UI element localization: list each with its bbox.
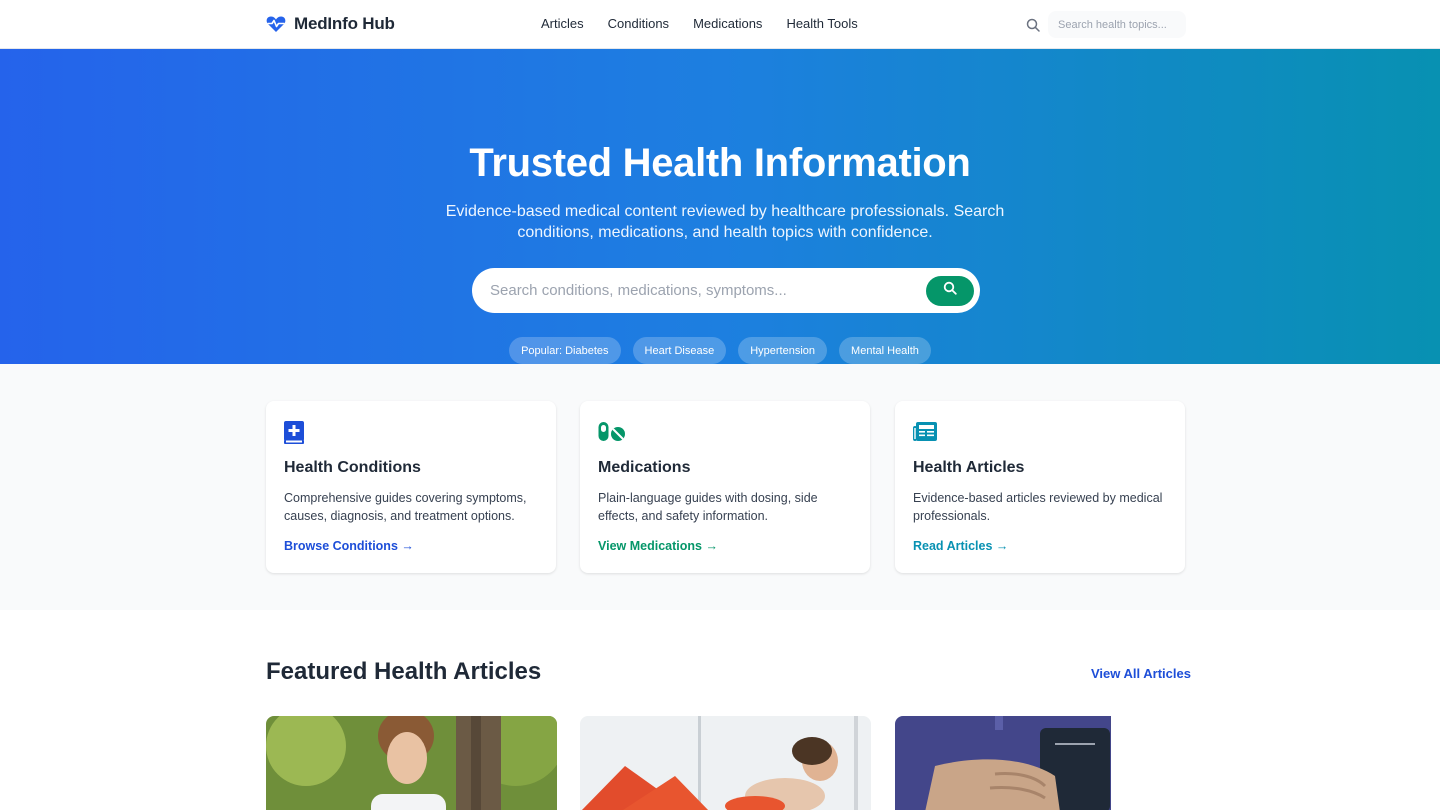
article-image-blood-pressure[interactable] <box>895 716 1186 810</box>
hero-search-button[interactable] <box>926 275 974 306</box>
hero-title: Trusted Health Information <box>469 141 971 185</box>
chip-hypertension[interactable]: Hypertension <box>738 337 828 364</box>
card-text: Comprehensive guides covering symptoms, … <box>284 491 527 523</box>
nav-medications[interactable]: Medications <box>693 16 762 31</box>
nav-conditions[interactable]: Conditions <box>608 16 669 31</box>
hero-search-bar <box>472 268 980 313</box>
brand-logo[interactable]: MedInfo Hub <box>266 14 395 34</box>
browse-conditions-link[interactable]: Browse Conditions → <box>284 539 414 553</box>
main-nav: Articles Conditions Medications Health T… <box>541 16 858 31</box>
view-medications-link[interactable]: View Medications → <box>598 539 718 553</box>
hero-subtitle: Evidence-based medical content reviewed … <box>445 203 1005 241</box>
header-search-field <box>1048 11 1186 38</box>
brand-name: MedInfo Hub <box>294 14 395 33</box>
card-health-conditions[interactable]: Health Conditions Comprehensive guides c… <box>266 401 556 573</box>
article-image-woman-outdoors[interactable] <box>266 716 557 810</box>
nav-health-tools[interactable]: Health Tools <box>786 16 857 31</box>
site-header: MedInfo Hub Articles Conditions Medicati… <box>0 0 1440 49</box>
newspaper-icon <box>913 421 937 445</box>
hero-banner: Trusted Health Information Evidence-base… <box>0 49 1440 364</box>
header-search <box>1026 11 1186 38</box>
featured-title: Featured Health Articles <box>266 658 542 685</box>
card-title: Health Conditions <box>284 459 421 476</box>
search-icon[interactable] <box>1026 18 1040 32</box>
card-text: Plain-language guides with dosing, side … <box>598 491 818 523</box>
view-all-articles-link[interactable]: View All Articles <box>1091 666 1191 681</box>
pills-icon <box>598 421 625 445</box>
card-health-articles[interactable]: Health Articles Evidence-based articles … <box>895 401 1185 573</box>
card-text: Evidence-based articles reviewed by medi… <box>913 491 1163 523</box>
category-section: Health Conditions Comprehensive guides c… <box>0 364 1440 610</box>
chip-heart-disease[interactable]: Heart Disease <box>632 337 727 364</box>
read-articles-link[interactable]: Read Articles → <box>913 539 1008 553</box>
nav-articles[interactable]: Articles <box>541 16 584 31</box>
hero-search-input[interactable] <box>490 282 926 299</box>
chip-diabetes[interactable]: Popular: Diabetes <box>509 337 621 364</box>
search-icon <box>943 281 957 300</box>
card-title: Medications <box>598 459 691 476</box>
card-medications[interactable]: Medications Plain-language guides with d… <box>580 401 870 573</box>
header-search-input[interactable] <box>1058 18 1176 31</box>
featured-articles-section: Featured Health Articles View All Articl… <box>0 610 1440 810</box>
popular-topics: Popular: Diabetes Heart Disease Hyperten… <box>0 337 1440 364</box>
article-image-woman-exercising[interactable] <box>580 716 871 810</box>
chip-mental-health[interactable]: Mental Health <box>839 337 931 364</box>
card-title: Health Articles <box>913 459 1025 476</box>
book-medical-icon <box>284 421 306 445</box>
heart-pulse-icon <box>266 14 286 34</box>
